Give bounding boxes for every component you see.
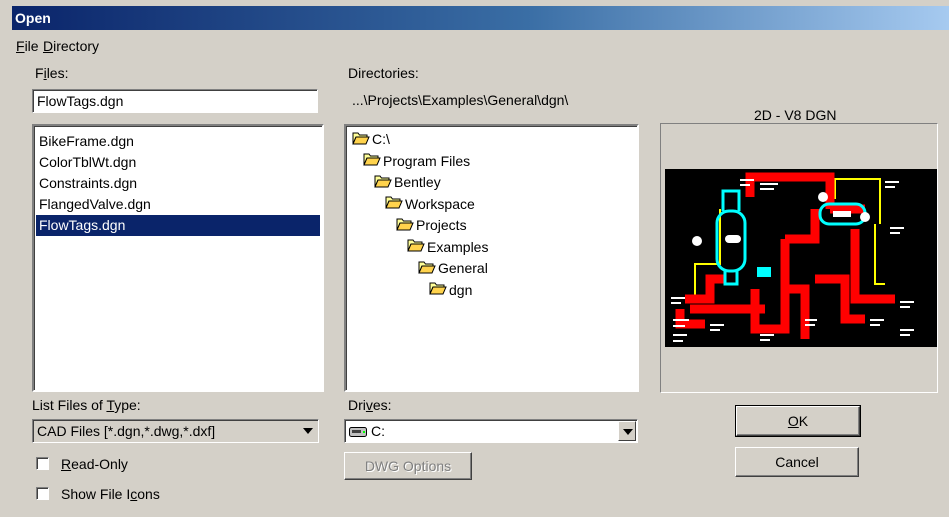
title-bar: Open [12,6,949,30]
files-label: Files: [35,65,68,81]
drives-label-mnemonic: v [365,397,373,413]
directories-label: Directories: [348,65,419,81]
folder-open-icon [374,173,392,194]
folder-selected-icon [429,280,447,301]
file-list-item[interactable]: BikeFrame.dgn [36,131,320,152]
directory-tree-item[interactable]: Projects [396,215,467,236]
read-only-label: Read-Only [61,456,128,472]
directory-tree-label: C:\ [372,131,390,147]
directory-tree-label: Projects [416,217,467,233]
window-title: Open [15,10,51,26]
folder-open-icon [407,237,425,258]
chevron-down-icon[interactable] [618,421,636,441]
directory-tree-label: Examples [427,238,489,255]
show-icons-checkbox[interactable] [36,487,49,500]
file-list-item[interactable]: Constraints.dgn [36,173,320,194]
directory-tree-item[interactable]: C:\ [352,129,390,150]
directory-tree-label: Program Files [383,152,471,169]
directory-tree-label: Bentley [394,174,441,190]
folder-open-icon [352,130,370,151]
folder-open-icon [418,259,436,280]
directory-tree-item[interactable]: Workspace [385,194,475,215]
show-icons-label: Show File Icons [61,486,160,502]
ok-button[interactable]: OK [735,405,861,437]
directory-tree-item[interactable]: Program Files [363,151,470,172]
directory-tree-item[interactable]: General [418,258,488,279]
filename-input[interactable]: FlowTags.dgn [32,89,318,113]
dwg-options-button[interactable]: DWG Options [344,452,472,480]
preview-drawing [671,172,914,342]
read-only-mnemonic: R [61,456,72,472]
preview-format-label: 2D - V8 DGN [754,107,837,123]
menu-file-label: ile [24,38,39,54]
file-list-item[interactable]: FlowTags.dgn [36,215,320,236]
ok-mnemonic: O [787,413,799,429]
files-listbox[interactable]: BikeFrame.dgn ColorTblWt.dgn Constraints.d… [32,124,324,392]
directory-tree-item[interactable]: Examples [407,237,488,258]
file-list-item[interactable]: FlangedValve.dgn [36,194,320,215]
directory-tree-item[interactable]: dgn [429,280,472,301]
directories-tree-items: C:\ Program Files Bentley Workspace Projects… [346,126,637,390]
chevron-down-icon[interactable] [299,421,317,441]
directories-tree[interactable]: C:\ Program Files Bentley Workspace Projects… [344,124,639,392]
drives-label-post: es: [372,397,392,413]
menu-file[interactable]: File [16,38,39,54]
directory-tree-label: General [438,260,488,276]
directory-tree-label: dgn [449,281,473,298]
file-type-value: CAD Files [*.dgn,*.dwg,*.dxf] [37,423,216,439]
read-only-checkbox[interactable] [36,457,49,470]
cancel-button[interactable]: Cancel [735,447,859,477]
file-list-item[interactable]: ColorTblWt.dgn [36,152,320,173]
folder-open-icon [363,151,381,172]
files-list: BikeFrame.dgn ColorTblWt.dgn Constraints.d… [36,131,320,236]
file-type-label-post: ype: [114,397,141,413]
file-type-select[interactable]: CAD Files [*.dgn,*.dwg,*.dxf] [32,419,319,443]
show-icons-label-pre: Show File I [61,486,131,502]
directory-tree-label: Workspace [405,195,475,212]
menu-file-mnemonic: F [16,38,25,54]
menu-directory-label: irectory [53,38,100,54]
files-label-pre: F [35,65,44,81]
preview-frame [660,123,938,393]
directory-tree-item[interactable]: Bentley [374,172,441,193]
folder-open-icon [385,194,403,215]
menu-directory-mnemonic: D [43,38,54,54]
drives-label: Drives: [348,397,392,413]
file-type-label: List Files of Type: [32,397,141,413]
drives-value: C: [371,423,385,439]
current-path: ...\Projects\Examples\General\dgn\ [352,92,569,108]
read-only-label-text: ead-Only [71,456,128,472]
file-type-label-pre: List Files of [32,397,107,413]
show-icons-label-post: ons [137,486,160,502]
drives-select[interactable]: C: [344,419,638,443]
preview-image [665,169,937,347]
menu-directory[interactable]: Directory [43,38,99,54]
files-label-post: les: [46,65,69,81]
filename-input-value: FlowTags.dgn [37,93,124,109]
drive-icon [349,425,367,437]
drives-label-pre: Dri [348,397,366,413]
folder-open-icon [396,216,414,237]
ok-label: K [798,413,809,429]
